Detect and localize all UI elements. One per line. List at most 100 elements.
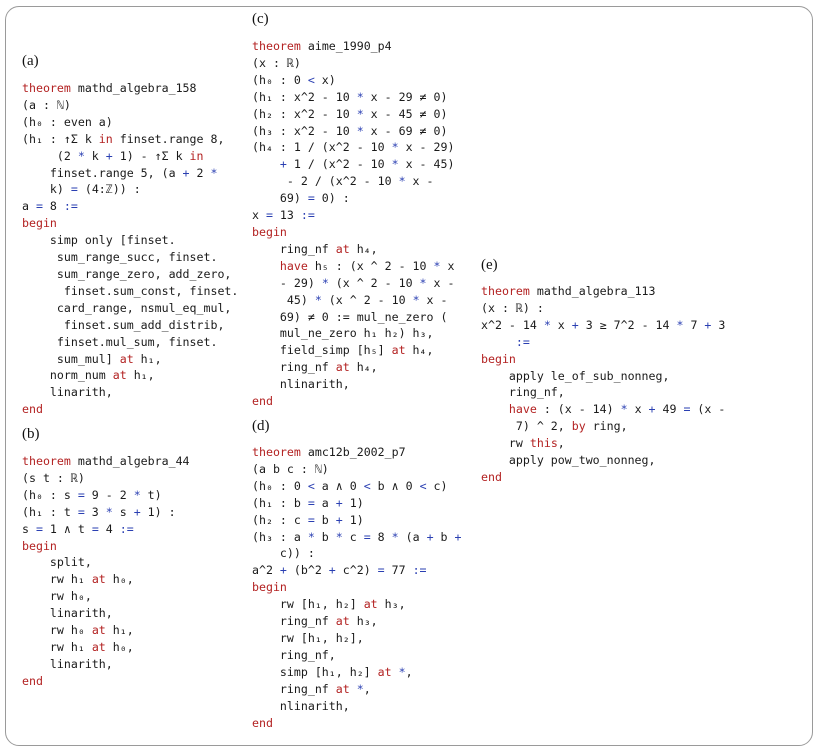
keyword-token: at bbox=[363, 597, 378, 612]
code-token: (h₀ : s bbox=[22, 487, 78, 502]
code-token: (4:ℤ)) : bbox=[77, 182, 141, 197]
code-line: s = 1 ∧ t = 4 := bbox=[22, 522, 134, 536]
keyword-token: by bbox=[571, 419, 586, 434]
code-line: ring_nf, bbox=[252, 648, 336, 662]
code-line: theorem aime_1990_p4 bbox=[252, 39, 392, 53]
operator-token: + bbox=[648, 402, 656, 417]
code-line: end bbox=[252, 394, 273, 408]
operator-token: < bbox=[307, 72, 315, 87]
keyword-token: at bbox=[91, 639, 106, 654]
code-token: 13 bbox=[272, 208, 301, 223]
code-token: (h₀ : even a) bbox=[22, 114, 113, 129]
code-line: 69) = 0) : bbox=[252, 191, 350, 205]
code-token: s bbox=[112, 504, 134, 519]
code-token: ring_nf, bbox=[481, 385, 565, 400]
code-token: 69) bbox=[252, 191, 308, 206]
code-line: (x : ℝ) bbox=[252, 56, 301, 70]
code-line: 45) * (x ^ 2 - 10 * x - bbox=[252, 292, 448, 307]
code-token: x - bbox=[419, 292, 448, 307]
code-line: rw this, bbox=[481, 436, 565, 450]
code-token: (h₄ : 1 / (x^2 - 10 bbox=[252, 140, 392, 155]
code-line: 69) ≠ 0 := mul_ne_zero ( bbox=[252, 309, 448, 324]
code-token: amc12b_2002_p7 bbox=[300, 445, 406, 459]
code-token: h₁, bbox=[133, 351, 162, 366]
operator-token: = bbox=[265, 208, 273, 223]
code-line: finset.range 5, (a + 2 * bbox=[22, 165, 218, 180]
operator-token: < bbox=[307, 478, 315, 493]
code-token: rw h₁ bbox=[22, 639, 92, 654]
code-token: 9 - 2 bbox=[84, 487, 134, 502]
code-token: 69) ≠ 0 := mul_ne_zero ( bbox=[252, 309, 448, 324]
code-line: ring_nf at h₃, bbox=[252, 614, 378, 628]
code-line: nlinarith, bbox=[252, 699, 350, 713]
code-token: h₄, bbox=[405, 343, 434, 358]
code-token: a bbox=[314, 495, 336, 510]
keyword-token: end bbox=[22, 402, 43, 417]
code-token: h₅ : (x ^ 2 - 10 bbox=[307, 258, 434, 273]
code-token: - 2 / (x^2 - 10 bbox=[252, 174, 399, 189]
operator-token: * bbox=[398, 174, 406, 189]
code-line: (2 * k + 1) - ↑Σ k in bbox=[22, 149, 204, 163]
code-token: 3 bbox=[84, 504, 106, 519]
code-line: - 29) * (x ^ 2 - 10 * x - bbox=[252, 275, 455, 290]
operator-token: + bbox=[182, 165, 190, 180]
code-line: rw h₁ at h₀, bbox=[22, 572, 134, 586]
code-line: end bbox=[22, 674, 43, 688]
code-line: simp [h₁, h₂] at *, bbox=[252, 665, 413, 679]
code-token: finset.sum_const, finset. bbox=[22, 283, 239, 298]
code-token: h₀, bbox=[105, 572, 134, 587]
panel-label-c: (c) bbox=[252, 11, 269, 27]
code-token: 1 ∧ t bbox=[42, 521, 92, 536]
code-line: apply le_of_sub_nonneg, bbox=[481, 369, 670, 383]
code-line: theorem mathd_algebra_158 bbox=[22, 81, 197, 95]
operator-token: * bbox=[133, 487, 141, 502]
code-line: sum_mul] at h₁, bbox=[22, 352, 162, 366]
operator-token: = bbox=[307, 512, 315, 527]
operator-token: + bbox=[279, 157, 287, 172]
code-token: ring_nf bbox=[252, 681, 336, 696]
operator-token: = bbox=[70, 182, 78, 197]
code-token: sum_range_zero, add_zero, bbox=[22, 266, 232, 281]
code-token: ring_nf bbox=[252, 614, 336, 629]
operator-token: * bbox=[391, 529, 399, 544]
code-line: (h₂ : c = b + 1) bbox=[252, 513, 364, 527]
code-token: 1) - ↑Σ k bbox=[112, 148, 190, 163]
code-token: c)) : bbox=[252, 546, 315, 561]
code-token: a^2 bbox=[252, 563, 280, 578]
keyword-token: at bbox=[335, 681, 350, 696]
keyword-token: at bbox=[377, 664, 392, 679]
code-line: rw h₀, bbox=[22, 589, 92, 603]
code-token: 8 bbox=[42, 199, 64, 214]
code-token: x - 29 ≠ 0) bbox=[363, 89, 448, 104]
code-token: 1) : bbox=[140, 504, 176, 519]
operator-token: < bbox=[419, 478, 427, 493]
operator-token: + bbox=[279, 563, 287, 578]
code-line: linarith, bbox=[22, 385, 113, 399]
code-line: finset.sum_const, finset. bbox=[22, 283, 239, 298]
code-token: simp [h₁, h₂] bbox=[252, 664, 378, 679]
keyword-token: theorem bbox=[252, 39, 301, 53]
operator-token: = bbox=[91, 521, 99, 536]
code-token: field_simp [h₅] bbox=[252, 343, 392, 358]
code-line: (a : ℕ) bbox=[22, 98, 71, 112]
code-token: finset.range 8, bbox=[112, 131, 225, 146]
code-token: mathd_algebra_44 bbox=[70, 454, 190, 468]
code-token: x bbox=[252, 208, 266, 223]
code-token: (x : ℝ) bbox=[252, 55, 301, 70]
code-token: finset.range 5, (a bbox=[22, 165, 183, 180]
code-token: x - bbox=[426, 275, 455, 290]
code-line: end bbox=[252, 716, 273, 730]
code-token: , bbox=[363, 681, 371, 696]
keyword-token: at bbox=[119, 351, 134, 366]
operator-token: + bbox=[133, 504, 141, 519]
code-token: x) bbox=[314, 72, 336, 87]
operator-token: * bbox=[77, 148, 85, 163]
code-token: - 29) bbox=[252, 275, 322, 290]
panel-label-a: (a) bbox=[22, 53, 39, 69]
code-token: rw h₀, bbox=[22, 589, 92, 604]
code-token: (b^2 bbox=[286, 563, 329, 578]
operator-token: * bbox=[321, 275, 329, 290]
code-line: mul_ne_zero h₁ h₂) h₃, bbox=[252, 326, 434, 340]
code-line: begin bbox=[252, 225, 287, 239]
